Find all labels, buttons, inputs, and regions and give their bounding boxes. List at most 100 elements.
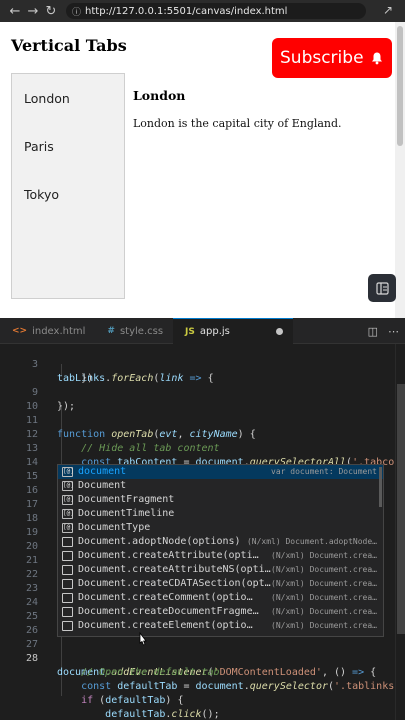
tab-content-panel: London London is the capital city of Eng… [133, 88, 383, 130]
code-line: 10 [0, 386, 405, 412]
editor-scrollbar[interactable] [395, 344, 405, 720]
suggestion-detail: (N/xml) Document.crea… [271, 607, 377, 616]
suggestion-item[interactable]: [@] DocumentType [58, 521, 383, 535]
suggestion-label: Document.createDocumentFragme… [78, 606, 259, 617]
suggestion-label: Document [78, 480, 127, 491]
reload-icon: ↻ [45, 3, 57, 19]
layout-toggle-button[interactable] [368, 274, 396, 302]
suggestion-label: Document.createElement(optio… [78, 620, 253, 631]
html-file-icon: <> [12, 326, 28, 336]
snippet-icon [62, 607, 73, 617]
code-line: const defaultTab = document.querySelecto… [0, 666, 405, 692]
snippet-icon [62, 537, 73, 547]
vertical-tabs: London Paris Tokyo [11, 73, 125, 299]
variable-icon: [@] [62, 481, 74, 491]
suggestion-detail: (N/xml) Document.crea… [271, 593, 377, 602]
suggestion-detail: (N/xml) Document.adoptNode… [246, 537, 377, 546]
page-info-icon: ⓘ [72, 7, 82, 18]
tab-london[interactable]: London [24, 91, 70, 106]
arrow-right-icon: → [27, 3, 39, 19]
arrow-left-icon: ← [9, 3, 21, 19]
suggestion-item[interactable]: Document.createDocumentFragme… (N/xml) D… [58, 605, 383, 619]
mouse-pointer-icon [139, 632, 147, 646]
layout-icon [375, 281, 389, 295]
tab-app-js[interactable]: JS app.js [173, 318, 293, 344]
tab-label: index.html [32, 325, 86, 337]
code-line: }) [0, 358, 405, 384]
suggestion-label: Document.createAttributeNS(opti… [78, 564, 271, 575]
css-file-icon: # [107, 326, 115, 336]
autocomplete-popup: [@] document var document: Document [@] … [57, 464, 384, 637]
reload-button[interactable]: ↻ [42, 0, 60, 22]
preview-scrollbar[interactable] [395, 22, 405, 318]
snippet-icon [62, 593, 73, 603]
variable-icon: [@] [62, 467, 74, 477]
suggestion-item[interactable]: [@] DocumentFragment [58, 493, 383, 507]
code-text: defaultTab.click(); [105, 709, 220, 720]
page-preview: Vertical Tabs Subscribe London Paris Tok… [0, 22, 405, 318]
variable-icon: [@] [62, 495, 74, 505]
snippet-icon [62, 551, 73, 561]
snippet-icon [62, 621, 73, 631]
open-external-button[interactable]: ↗ [383, 3, 393, 17]
tab-label: app.js [199, 326, 230, 337]
suggestion-label: Document.createComment(optio… [78, 592, 253, 603]
variable-icon: [@] [62, 509, 74, 519]
suggestion-detail: (N/xml) Document.crea… [271, 565, 377, 574]
snippet-icon [62, 565, 73, 575]
suggestion-label: Document.createCDATASection(opt… [78, 578, 271, 589]
tab-index-html[interactable]: <> index.html [0, 318, 95, 344]
code-line: 12 // Hide all tab content [0, 414, 405, 454]
code-line: if (defaultTab) { [0, 680, 405, 706]
suggestion-label: DocumentTimeline [78, 508, 175, 519]
back-button[interactable]: ← [6, 0, 24, 22]
tab-tokyo[interactable]: Tokyo [24, 187, 59, 202]
suggestion-item[interactable]: [@] document var document: Document [58, 465, 383, 479]
code-line: 3 tabLinks.forEach(link => { [0, 344, 405, 384]
js-file-icon: JS [185, 326, 195, 337]
suggestion-label: DocumentFragment [78, 494, 175, 505]
tab-label: style.css [119, 325, 164, 337]
suggestion-scrollbar[interactable] [379, 467, 382, 507]
suggestion-detail: (N/xml) Document.crea… [271, 621, 377, 630]
subscribe-label: Subscribe [280, 48, 364, 68]
suggestion-item[interactable]: Document.adoptNode(options) (N/xml) Docu… [58, 535, 383, 549]
subscribe-button[interactable]: Subscribe [272, 38, 392, 78]
forward-button[interactable]: → [24, 0, 42, 22]
suggestion-item[interactable]: [@] Document [58, 479, 383, 493]
suggestion-item[interactable]: Document.createElement(optio… (N/xml) Do… [58, 619, 383, 633]
code-line: defaultTab.click(); [0, 694, 405, 720]
content-heading: London [133, 88, 186, 103]
code-line: 11 function openTab(evt, cityName) { [0, 400, 405, 440]
suggestion-detail: var document: Document [271, 467, 377, 476]
code-line: 14 tabContent.forEach(content => { [0, 442, 405, 482]
suggestion-detail: (N/xml) Document.crea… [271, 579, 377, 588]
preview-scrollbar-thumb[interactable] [397, 26, 403, 146]
suggestion-item[interactable]: Document.createComment(optio… (N/xml) Do… [58, 591, 383, 605]
suggestion-label: document [78, 466, 127, 477]
editor-tab-bar: <> index.html # style.css JS app.js ◫ ⋯ [0, 318, 405, 344]
url-text: http://127.0.0.1:5501/canvas/index.html [85, 5, 288, 17]
variable-icon: [@] [62, 523, 74, 533]
page-title: Vertical Tabs [11, 36, 127, 55]
tab-paris[interactable]: Paris [24, 139, 54, 154]
suggestion-detail: (N/xml) Document.crea… [271, 551, 377, 560]
code-line: 28 document.addEventListener('DOMContent… [0, 638, 405, 678]
open-external-icon: ↗ [382, 3, 393, 17]
split-editor-icon[interactable]: ◫ [368, 325, 378, 338]
snippet-icon [62, 579, 73, 589]
suggestion-label: Document.adoptNode(options) [78, 536, 241, 547]
suggestion-label: DocumentType [78, 522, 151, 533]
address-bar[interactable]: ⓘ http://127.0.0.1:5501/canvas/index.htm… [66, 3, 366, 19]
more-actions-icon[interactable]: ⋯ [388, 325, 399, 338]
suggestion-item[interactable]: Document.createAttribute(opti… (N/xml) D… [58, 549, 383, 563]
code-line: 9 }); [0, 372, 405, 412]
suggestion-item[interactable]: Document.createAttributeNS(opti… (N/xml)… [58, 563, 383, 577]
suggestion-item[interactable]: [@] DocumentTimeline [58, 507, 383, 521]
unsaved-indicator-icon [275, 328, 283, 335]
editor-actions: ◫ ⋯ [368, 318, 399, 344]
suggestion-item[interactable]: Document.createCDATASection(opt… (N/xml)… [58, 577, 383, 591]
tab-style-css[interactable]: # style.css [95, 318, 173, 344]
editor-scrollbar-thumb[interactable] [397, 384, 405, 634]
browser-toolbar: ← → ↻ ⓘ http://127.0.0.1:5501/canvas/ind… [0, 0, 405, 22]
